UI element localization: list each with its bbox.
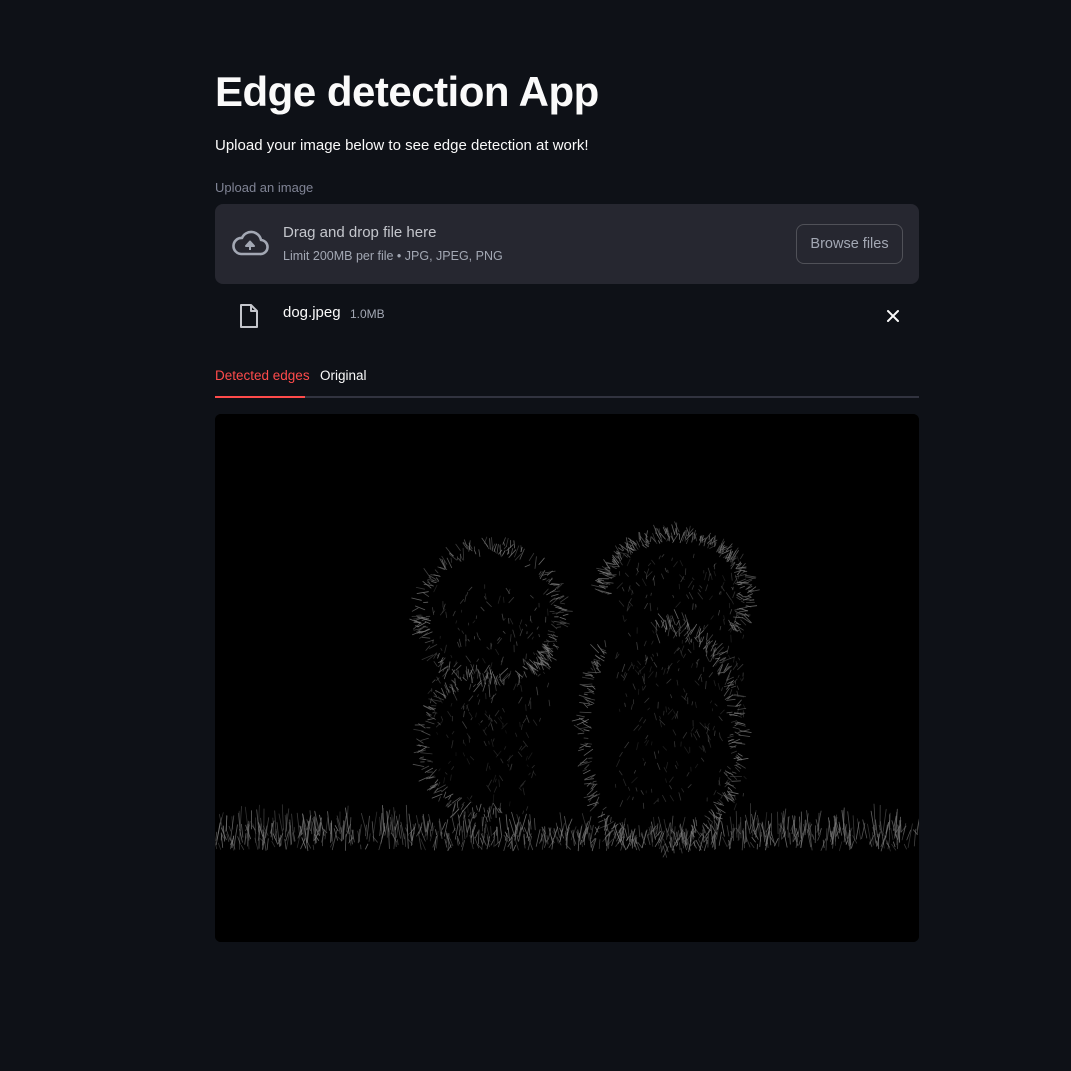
page-subtitle: Upload your image below to see edge dete… bbox=[215, 137, 589, 154]
cloud-upload-icon bbox=[232, 230, 269, 256]
file-size: 1.0MB bbox=[350, 307, 385, 321]
dropzone-limit: Limit 200MB per file • JPG, JPEG, PNG bbox=[283, 249, 503, 263]
edge-detection-image bbox=[215, 414, 919, 942]
file-icon bbox=[240, 304, 258, 328]
close-icon[interactable] bbox=[883, 306, 903, 326]
tab-bar: Detected edges Original bbox=[215, 360, 919, 398]
browse-files-button[interactable]: Browse files bbox=[796, 224, 903, 264]
page-title: Edge detection App bbox=[215, 68, 599, 115]
uploader-label: Upload an image bbox=[215, 180, 314, 195]
edge-image-canvas bbox=[215, 414, 919, 942]
file-dropzone[interactable]: Drag and drop file here Limit 200MB per … bbox=[215, 204, 919, 284]
dropzone-instructions: Drag and drop file here bbox=[283, 224, 437, 241]
uploaded-file-row: dog.jpeg 1.0MB bbox=[215, 296, 919, 336]
file-name: dog.jpeg bbox=[283, 304, 341, 321]
tab-original[interactable]: Original bbox=[320, 368, 367, 396]
dropzone-text: Drag and drop file here Limit 200MB per … bbox=[283, 224, 503, 263]
tab-detected-edges[interactable]: Detected edges bbox=[215, 368, 310, 398]
